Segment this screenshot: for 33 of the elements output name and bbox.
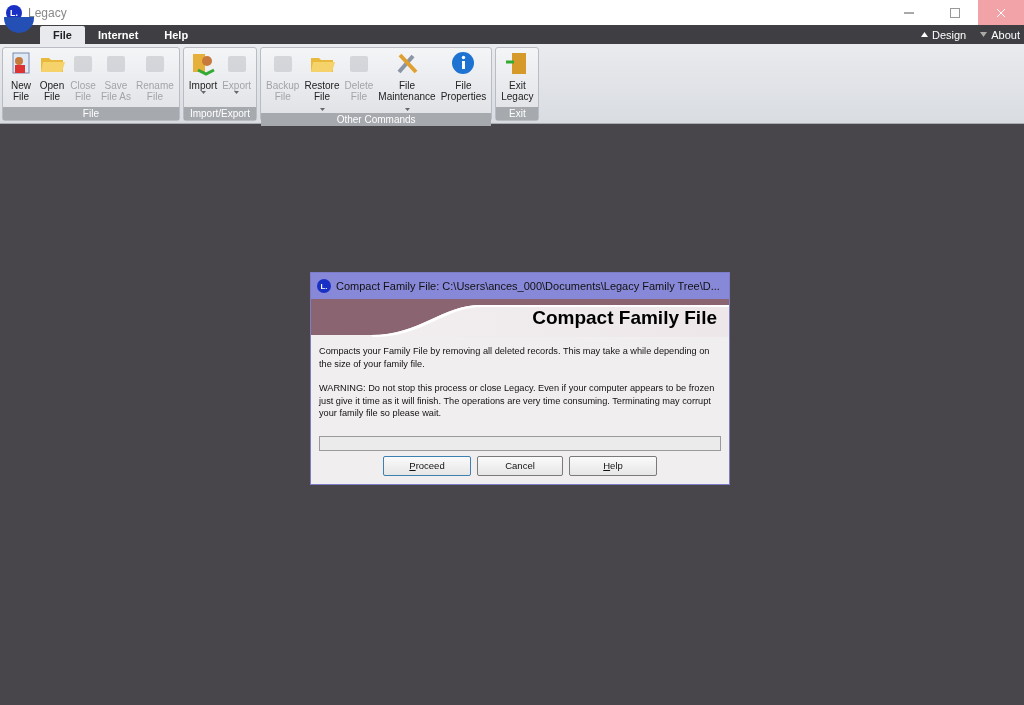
menu-link[interactable]: Design <box>921 28 967 41</box>
caret-icon <box>405 108 411 111</box>
group-label: Import/Export <box>183 107 257 120</box>
ribbon-tab[interactable]: Internet <box>84 26 152 44</box>
window-title: Legacy <box>28 5 68 20</box>
ribbon-button[interactable]: Restore File <box>302 50 342 113</box>
ribbon-button[interactable]: File Properties <box>438 50 489 113</box>
close-icon <box>996 7 1006 18</box>
ribbon-button[interactable]: File Maintenance <box>376 50 438 113</box>
menu-link[interactable]: About <box>980 28 1020 41</box>
dialog-button[interactable]: Help <box>569 455 657 476</box>
ribbon-button[interactable]: Import <box>186 50 220 107</box>
caret-icon <box>320 108 326 111</box>
caret-icon <box>234 91 240 94</box>
caret-icon <box>921 32 928 37</box>
ribbon-button[interactable]: New File <box>6 50 36 107</box>
dialog-button[interactable]: Proceed <box>383 455 471 476</box>
dialog-button[interactable]: Cancel <box>477 455 563 476</box>
dialog-text: Compacts your Family File by removing all deleted records. This may take a while depending on the size of your family file. <box>319 345 711 370</box>
ribbon-button[interactable]: Exit Legacy <box>499 50 536 107</box>
ribbon-tab[interactable]: File <box>40 26 85 44</box>
dialog-text: WARNING: Do not stop this process or close Legacy. Even if your computer appears to be frozen just give it time as it will finish. The operations are very time consuming. Terminating may corrupt your family file so please wait. <box>319 382 716 420</box>
maximize-icon <box>950 7 960 18</box>
dialog-title: Compact Family File: C:\Users\ances_000\Documents\Legacy Family Tree\D... <box>336 280 720 292</box>
group-label: Exit <box>496 107 539 120</box>
info-icon <box>450 50 477 76</box>
ribbon-tab[interactable]: Help <box>151 26 202 44</box>
dialog-heading: Compact Family File <box>532 307 717 329</box>
ribbon-button[interactable]: Open File <box>37 50 67 107</box>
group-label: Other Commands <box>261 113 492 126</box>
caret-icon <box>200 91 206 94</box>
caret-icon <box>980 32 988 37</box>
group-label: File <box>3 107 179 120</box>
